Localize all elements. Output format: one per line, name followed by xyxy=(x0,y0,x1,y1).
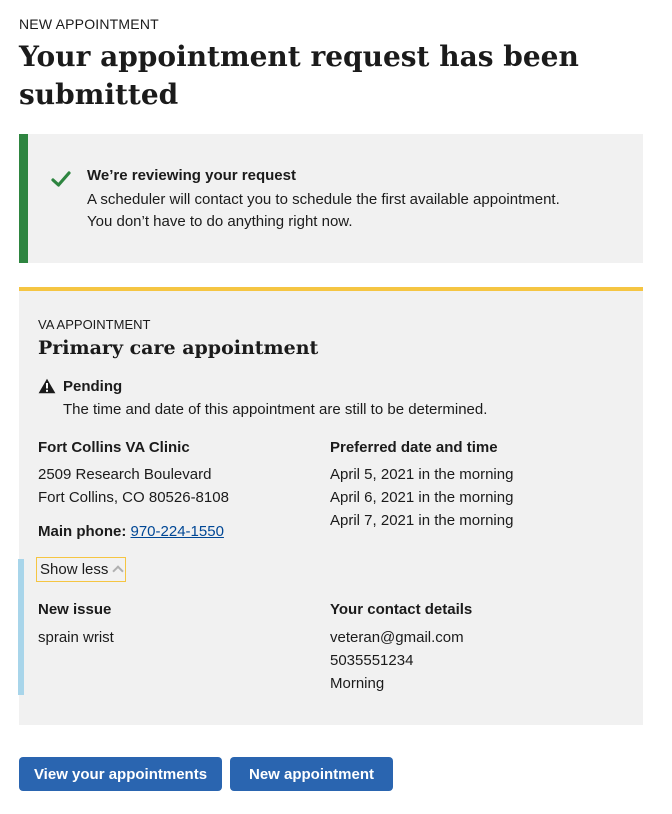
clinic-address: 2509 Research Boulevard Fort Collins, CO… xyxy=(38,463,229,509)
contact-heading: Your contact details xyxy=(330,601,473,618)
status-label: Pending xyxy=(63,378,123,395)
appointment-type-eyebrow: VA APPOINTMENT xyxy=(38,317,151,332)
preferred-dates-list: April 5, 2021 in the morning April 6, 20… xyxy=(330,463,513,532)
main-phone: Main phone: 970-224-1550 xyxy=(38,523,224,540)
success-alert: We’re reviewing your request A scheduler… xyxy=(19,134,643,263)
address-line: 2509 Research Boulevard xyxy=(38,466,212,483)
check-icon xyxy=(51,171,71,187)
preferred-datetime-heading: Preferred date and time xyxy=(330,439,498,456)
contact-phone: 5035551234 xyxy=(330,652,414,669)
warning-icon xyxy=(38,378,56,394)
contact-best-time: Morning xyxy=(330,675,385,692)
new-appointment-button[interactable]: New appointment xyxy=(230,757,393,791)
expanded-section-bar xyxy=(18,559,24,695)
address-line: Fort Collins, CO 80526-8108 xyxy=(38,489,229,506)
chevron-up-icon xyxy=(112,565,125,577)
contact-email: veteran@gmail.com xyxy=(330,629,464,646)
alert-body-line: You don’t have to do anything right now. xyxy=(87,213,353,230)
appointment-card: VA APPOINTMENT Primary care appointment … xyxy=(18,287,643,725)
view-appointments-button[interactable]: View your appointments xyxy=(19,757,222,791)
status-description: The time and date of this appointment ar… xyxy=(63,401,488,418)
main-phone-link[interactable]: 970-224-1550 xyxy=(131,523,224,540)
preferred-date-item: April 6, 2021 in the morning xyxy=(330,489,514,506)
alert-heading: We’re reviewing your request xyxy=(87,167,296,184)
alert-body: A scheduler will contact you to schedule… xyxy=(87,189,560,233)
preferred-date-item: April 7, 2021 in the morning xyxy=(330,512,514,529)
show-less-label: Show less xyxy=(40,561,109,578)
preferred-date-item: April 5, 2021 in the morning xyxy=(330,466,514,483)
page-eyebrow: NEW APPOINTMENT xyxy=(19,16,159,32)
show-less-button[interactable]: Show less xyxy=(36,557,127,582)
clinic-name: Fort Collins VA Clinic xyxy=(38,439,190,456)
page-title: Your appointment request has been submit… xyxy=(19,40,579,111)
appointment-title: Primary care appointment xyxy=(38,337,319,359)
issue-text: sprain wrist xyxy=(38,629,114,646)
issue-heading: New issue xyxy=(38,601,112,618)
alert-body-line: A scheduler will contact you to schedule… xyxy=(87,191,560,208)
main-phone-label: Main phone: xyxy=(38,523,127,540)
contact-details: veteran@gmail.com 5035551234 Morning xyxy=(330,626,464,695)
